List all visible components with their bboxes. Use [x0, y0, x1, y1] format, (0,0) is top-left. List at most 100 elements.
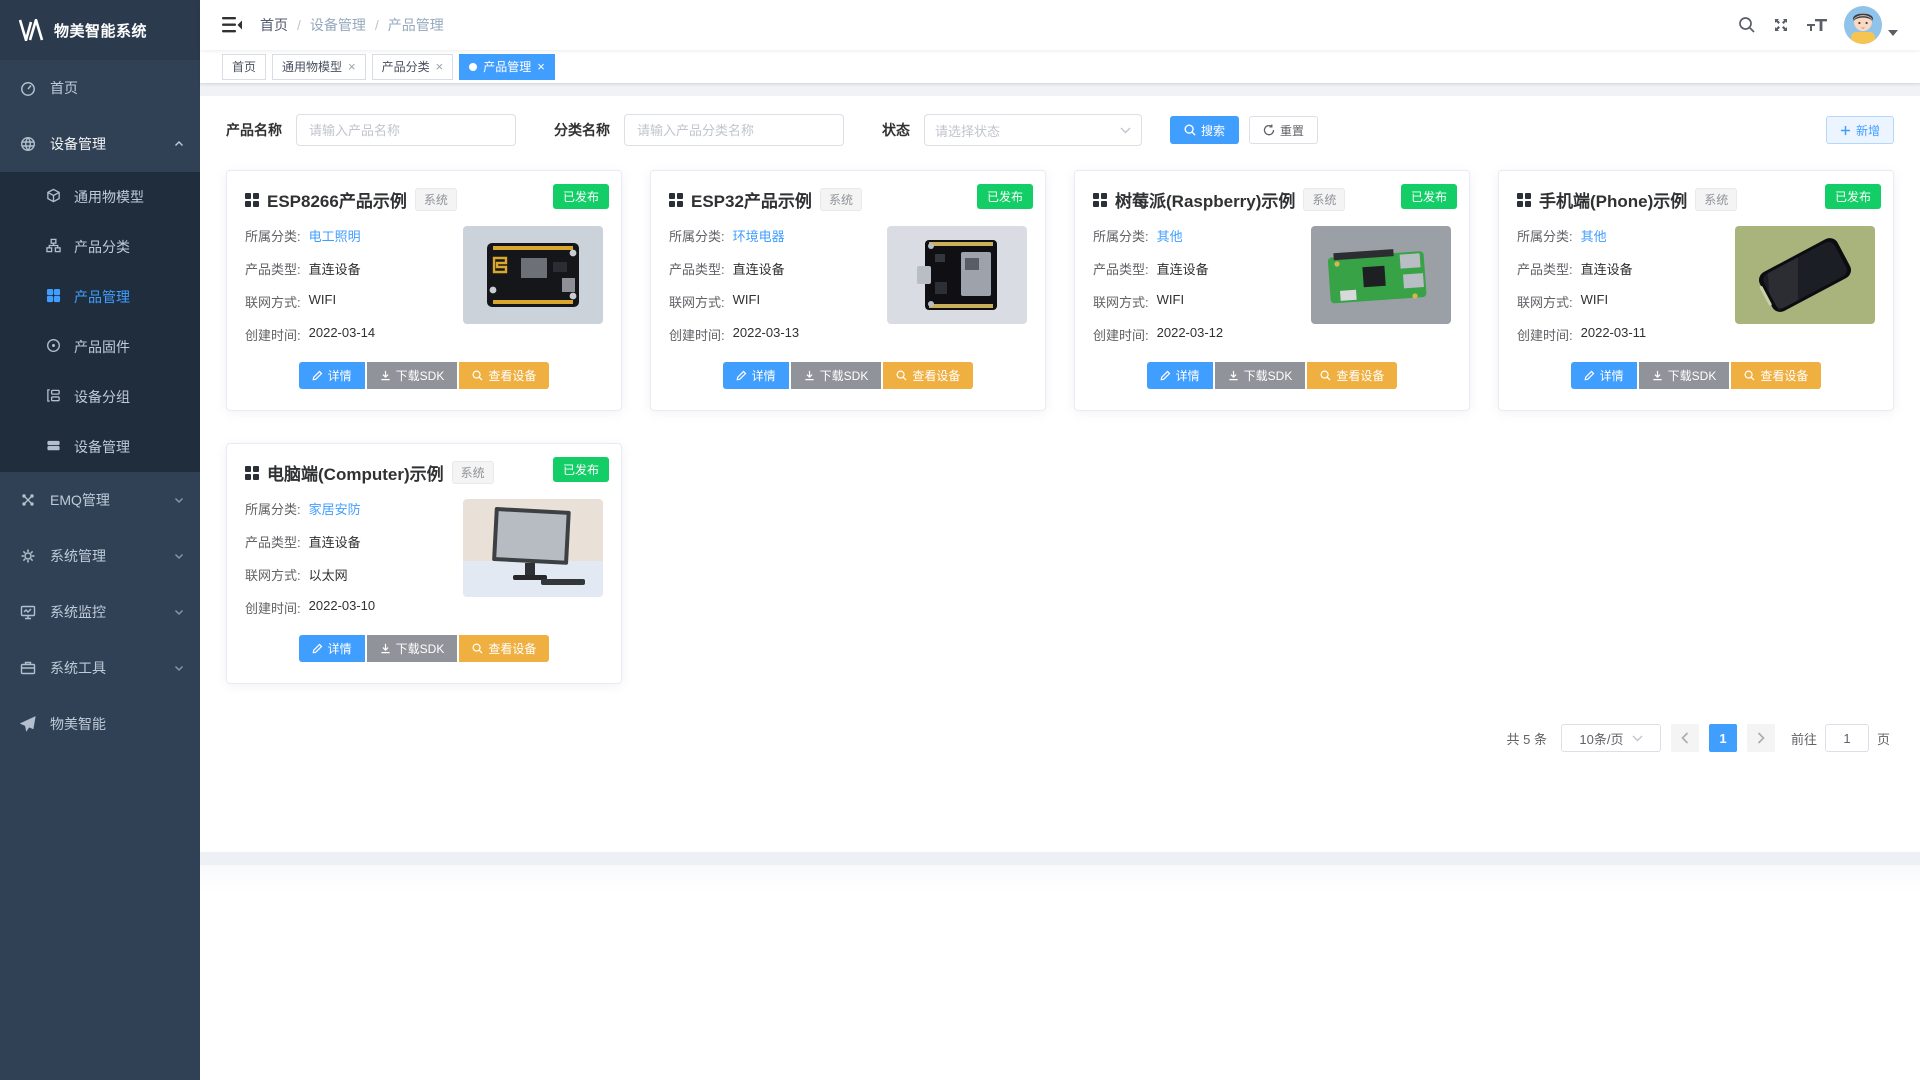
sidebar-item-label: 设备管理	[74, 437, 130, 457]
field-value: 直连设备	[1157, 259, 1209, 278]
tab-home[interactable]: 首页	[222, 54, 266, 80]
product-card: 树莓派(Raspberry)示例 系统 已发布 所属分类: 其他 产品类型: 直…	[1074, 170, 1470, 411]
tab-thing-model[interactable]: 通用物模型 ×	[272, 54, 366, 80]
view-devices-button[interactable]: 查看设备	[1307, 362, 1397, 389]
field-label: 创建时间:	[1517, 325, 1573, 344]
download-sdk-button[interactable]: 下载SDK	[1215, 362, 1306, 389]
goto-page-input[interactable]	[1825, 724, 1869, 752]
sidebar-item-emq[interactable]: EMQ管理	[0, 472, 200, 528]
system-tag: 系统	[820, 188, 862, 211]
detail-button[interactable]: 详情	[1571, 362, 1637, 389]
category-link[interactable]: 环境电器	[733, 226, 785, 245]
product-image-esp32	[887, 226, 1027, 324]
app-logo[interactable]: 物美智能系统	[0, 0, 200, 60]
user-menu[interactable]	[1844, 6, 1898, 44]
search-button[interactable]: 搜索	[1170, 116, 1239, 144]
sidebar-item-device-group[interactable]: 设备分组	[0, 372, 200, 422]
field-label: 创建时间:	[245, 598, 301, 617]
page-size-select[interactable]: 10条/页	[1561, 724, 1661, 752]
tab-label: 通用物模型	[282, 58, 342, 75]
sidebar-item-product-firmware[interactable]: 产品固件	[0, 322, 200, 372]
view-devices-button[interactable]: 查看设备	[883, 362, 973, 389]
product-title: 电脑端(Computer)示例	[267, 460, 444, 485]
download-sdk-button[interactable]: 下载SDK	[791, 362, 882, 389]
reset-button[interactable]: 重置	[1249, 116, 1318, 144]
sidebar-item-thing-model[interactable]: 通用物模型	[0, 172, 200, 222]
target-icon	[46, 338, 61, 356]
sidebar-item-system-monitor[interactable]: 系统监控	[0, 584, 200, 640]
close-icon[interactable]: ×	[348, 60, 356, 73]
current-page[interactable]: 1	[1709, 724, 1737, 752]
close-icon[interactable]: ×	[436, 60, 444, 73]
search-icon[interactable]	[1738, 16, 1756, 34]
download-icon	[380, 370, 391, 381]
download-sdk-button[interactable]: 下载SDK	[1639, 362, 1730, 389]
sidebar-item-product-management[interactable]: 产品管理	[0, 272, 200, 322]
field-value: WIFI	[1581, 292, 1608, 311]
search-icon	[1744, 370, 1755, 381]
view-devices-button[interactable]: 查看设备	[1731, 362, 1821, 389]
add-button[interactable]: 新增	[1826, 116, 1894, 144]
detail-button[interactable]: 详情	[299, 635, 365, 662]
system-tag: 系统	[415, 188, 457, 211]
category-link[interactable]: 家居安防	[309, 499, 361, 518]
download-sdk-button[interactable]: 下载SDK	[367, 362, 458, 389]
prev-page-button[interactable]	[1671, 724, 1699, 752]
avatar	[1844, 6, 1882, 44]
breadcrumb-home[interactable]: 首页	[260, 15, 288, 35]
category-link[interactable]: 其他	[1581, 226, 1607, 245]
category-link[interactable]: 电工照明	[309, 226, 361, 245]
navbar-actions	[1738, 6, 1898, 44]
sidebar-item-device-management[interactable]: 设备管理	[0, 116, 200, 172]
product-name-input[interactable]	[296, 114, 516, 146]
product-image-phone	[1735, 226, 1875, 324]
product-card: ESP8266产品示例 系统 已发布 所属分类: 电工照明 产品类型: 直连设备…	[226, 170, 622, 411]
view-devices-button[interactable]: 查看设备	[459, 362, 549, 389]
field-label: 所属分类:	[245, 499, 301, 518]
detail-button[interactable]: 详情	[1147, 362, 1213, 389]
field-value: 直连设备	[309, 532, 361, 551]
category-link[interactable]: 其他	[1157, 226, 1183, 245]
sidebar-item-product-category[interactable]: 产品分类	[0, 222, 200, 272]
sidebar-item-device-management-sub[interactable]: 设备管理	[0, 422, 200, 472]
chevron-up-icon	[174, 139, 184, 149]
sidebar-item-label: 设备分组	[74, 387, 130, 407]
detail-button[interactable]: 详情	[723, 362, 789, 389]
group-list-icon	[46, 388, 61, 406]
status-badge: 已发布	[553, 184, 609, 209]
briefcase-icon	[20, 660, 36, 676]
edit-icon	[1160, 370, 1171, 381]
status-select[interactable]: 请选择状态	[924, 114, 1142, 146]
sidebar-item-wumei[interactable]: 物美智能	[0, 696, 200, 752]
tab-product-category[interactable]: 产品分类 ×	[372, 54, 454, 80]
field-label: 产品类型:	[1517, 259, 1573, 278]
product-grid-icon	[245, 466, 259, 480]
fullscreen-icon[interactable]	[1772, 16, 1790, 34]
field-label: 创建时间:	[1093, 325, 1149, 344]
product-image-esp8266	[463, 226, 603, 324]
product-card: ESP32产品示例 系统 已发布 所属分类: 环境电器 产品类型: 直连设备 联…	[650, 170, 1046, 411]
download-sdk-button[interactable]: 下载SDK	[367, 635, 458, 662]
sidebar-item-system-management[interactable]: 系统管理	[0, 528, 200, 584]
sidebar-item-label: 通用物模型	[74, 187, 144, 207]
field-value: WIFI	[309, 292, 336, 311]
font-size-icon[interactable]	[1806, 16, 1828, 34]
detail-button[interactable]: 详情	[299, 362, 365, 389]
view-devices-button[interactable]: 查看设备	[459, 635, 549, 662]
system-tag: 系统	[1303, 188, 1345, 211]
field-value: 以太网	[309, 565, 348, 584]
sidebar-collapse-icon[interactable]	[222, 16, 242, 34]
search-icon	[1184, 124, 1196, 136]
sidebar-item-system-tools[interactable]: 系统工具	[0, 640, 200, 696]
download-icon	[380, 643, 391, 654]
field-label: 产品类型:	[245, 259, 301, 278]
filter-bar: 产品名称 分类名称 状态 请选择状态 搜索 重置	[200, 96, 1920, 162]
category-name-input[interactable]	[624, 114, 844, 146]
field-value: WIFI	[1157, 292, 1184, 311]
sidebar-item-label: 系统监控	[50, 602, 106, 622]
sidebar-item-home[interactable]: 首页	[0, 60, 200, 116]
close-icon[interactable]: ×	[537, 60, 545, 73]
tab-product-management[interactable]: 产品管理 ×	[459, 54, 555, 80]
next-page-button[interactable]	[1747, 724, 1775, 752]
sidebar-item-label: 首页	[50, 78, 78, 98]
